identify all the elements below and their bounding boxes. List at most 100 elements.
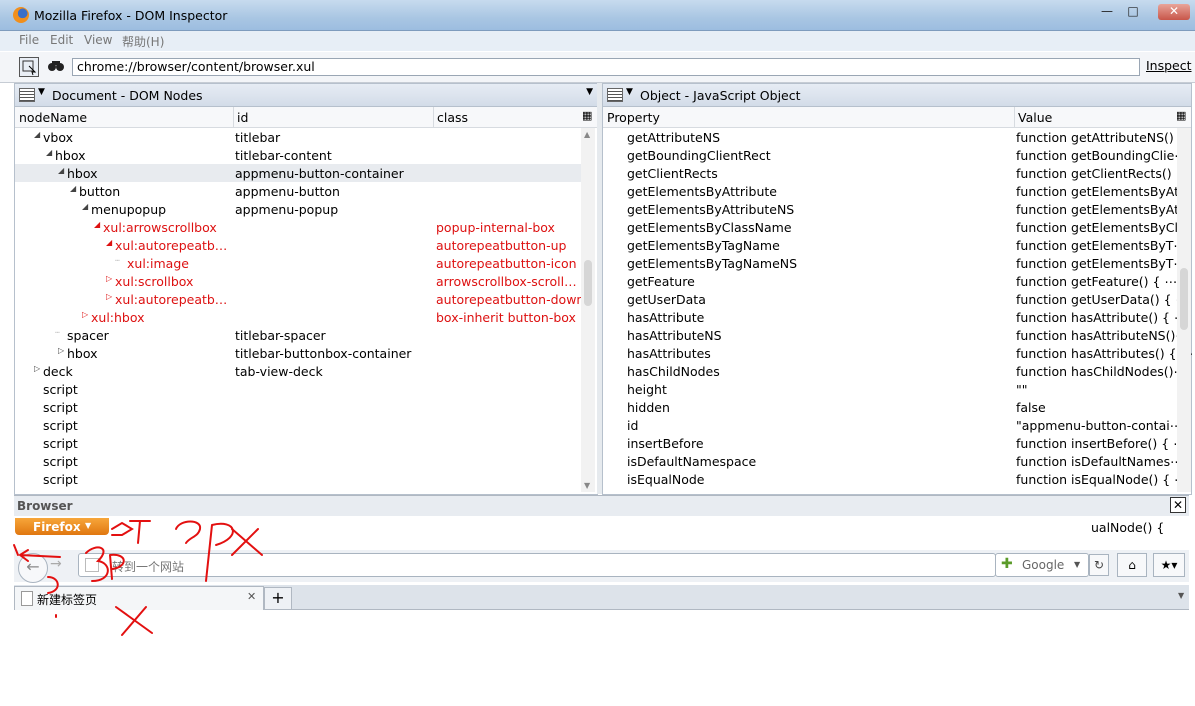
property-list-scrollbar[interactable] [1177,128,1191,492]
column-id[interactable]: id [237,110,248,125]
inspect-button[interactable]: Inspect [1146,58,1192,73]
property-row[interactable]: isEqualNode function isEqualNode() { ⋯ [603,470,1187,488]
close-window-button[interactable]: ✕ [1158,4,1190,20]
property-value: function isDefaultNames⋯ [1016,454,1183,469]
dom-tree-row[interactable]: script [15,416,581,434]
property-row[interactable]: hidden false [603,398,1177,416]
twisty-open-icon[interactable]: ◢ [58,166,64,175]
dom-tree-row[interactable]: ▷ hbox titlebar-buttonbox-container [15,344,581,362]
twisty-closed-icon[interactable]: ▷ [106,292,112,301]
dom-tree-row[interactable]: script [15,470,581,488]
property-row[interactable]: getElementsByAttributeNS function getElem… [603,200,1192,218]
property-row[interactable]: id "appmenu-button-contai⋯ [603,416,1182,434]
search-engine-dropdown-icon[interactable]: ▼ [1074,560,1080,569]
menu-view[interactable]: View [84,33,112,47]
dom-tree-row[interactable]: ▷ xul:autorepeatb… autorepeatbutton-down [15,290,584,308]
node-name: xul:scrollbox [115,274,194,289]
dom-tree-row[interactable]: script [15,398,581,416]
column-picker-icon[interactable]: ▦ [582,109,592,122]
menu-file[interactable]: File [19,33,39,47]
property-value: function getAttributeNS() ⋯ [1016,130,1191,145]
dom-tree-row[interactable]: ▷ xul:scrollbox arrowscrollbox-scroll… [15,272,581,290]
property-row[interactable]: height "" [603,380,1177,398]
property-row[interactable]: hasAttributes function hasAttributes() { … [603,344,1193,362]
home-icon[interactable]: ⌂ [1117,553,1147,577]
column-class[interactable]: class [437,110,468,125]
column-property[interactable]: Property [607,110,660,125]
property-row[interactable]: getBoundingClientRect function getBoundin… [603,146,1187,164]
dom-tree-row[interactable]: ◢ xul:autorepeatb… autorepeatbutton-up [15,236,581,254]
twisty-open-icon[interactable]: ◢ [106,238,112,247]
property-value: function hasAttribute() { ⋯ [1016,310,1187,325]
column-nodename[interactable]: nodeName [19,110,87,125]
document-url-input[interactable]: chrome://browser/content/browser.xul [72,58,1140,76]
panel-dropdown-arrow-icon[interactable]: ▼ [38,87,45,97]
twisty-open-icon[interactable]: ◢ [94,220,100,229]
node-name: script [43,418,78,433]
dom-tree-row[interactable]: script [15,452,581,470]
close-browser-panel-icon[interactable]: ✕ [1170,497,1186,513]
column-value[interactable]: Value [1018,110,1052,125]
twisty-open-icon[interactable]: ◢ [34,130,40,139]
dom-tree-row[interactable]: script [15,434,581,452]
property-row[interactable]: hasAttributeNS function hasAttributeNS()⋯ [603,326,1188,344]
twisty-closed-icon[interactable]: ▷ [34,364,40,373]
property-row[interactable]: getElementsByTagName function getElements… [603,236,1186,254]
property-name: getClientRects [627,166,718,181]
property-row[interactable]: getElementsByTagNameNS function getElemen… [603,254,1186,272]
menu-help[interactable]: 帮助(H) [122,33,164,50]
panel-menu-icon[interactable] [19,88,35,102]
dom-tree-row[interactable]: ▷ xul:hbox box-inherit button-box [15,308,581,326]
dom-tree-row[interactable]: ┄ spacer titlebar-spacer [15,326,581,344]
property-row[interactable]: hasAttribute function hasAttribute() { ⋯ [603,308,1186,326]
maximize-button[interactable]: □ [1122,4,1144,20]
property-name: hidden [627,400,670,415]
minimize-button[interactable]: — [1096,4,1118,20]
node-name: xul:autorepeatb… [115,238,228,253]
property-row[interactable]: getElementsByClassName function getElemen… [603,218,1191,236]
dom-tree-row[interactable]: ◢ button appmenu-button [15,182,581,200]
dom-tree-row[interactable]: ◢ menupopup appmenu-popup [15,200,581,218]
tab-list-dropdown-icon[interactable]: ▼ [1178,591,1184,600]
bookmarks-icon[interactable]: ★▾ [1153,553,1185,577]
dom-tree-row[interactable]: ◢ hbox titlebar-content [15,146,581,164]
twisty-open-icon[interactable]: ◢ [82,202,88,211]
panel-menu-icon[interactable] [607,88,623,102]
property-name: getAttributeNS [627,130,721,145]
twisty-open-icon[interactable]: ◢ [46,148,52,157]
viewer-dropdown-icon[interactable]: ▼ [586,87,593,97]
property-row[interactable]: getElementsByAttribute function getElemen… [603,182,1192,200]
twisty-closed-icon[interactable]: ▷ [58,346,64,355]
dom-tree-row[interactable]: ◢ xul:arrowscrollbox popup-internal-box [15,218,581,236]
property-row[interactable]: hasChildNodes function hasChildNodes()⋯ [603,362,1186,380]
dom-tree-row[interactable]: ◢ hbox appmenu-button-container [15,164,581,182]
property-name: hasAttributes [627,346,711,361]
dom-tree-scrollbar[interactable]: ▲ ▼ [581,128,595,492]
property-row[interactable]: getClientRects function getClientRects() … [603,164,1188,182]
node-name: button [79,184,121,199]
reload-icon[interactable]: ↻ [1089,554,1109,576]
find-node-icon[interactable] [47,57,65,75]
property-row[interactable]: getAttributeNS function getAttributeNS() … [603,128,1190,146]
property-row[interactable]: isDefaultNamespace function isDefaultName… [603,452,1183,470]
dom-nodes-column-header: nodeName id class ▦ [15,107,597,128]
property-row[interactable]: getFeature function getFeature() { ⋯ [603,272,1177,290]
property-value: "" [1016,382,1028,397]
menu-edit[interactable]: Edit [50,33,73,47]
property-row[interactable]: insertBefore function insertBefore() { ⋯ [603,434,1186,452]
dom-tree-row[interactable]: ▷ deck tab-view-deck [15,362,581,380]
twisty-open-icon[interactable]: ◢ [70,184,76,193]
property-row[interactable]: getUserData function getUserData() { ⋯ [603,290,1188,308]
property-name: getElementsByClassName [627,220,792,235]
select-element-icon[interactable] [19,57,39,77]
search-box[interactable]: ✚ Google ▼ [995,553,1089,577]
column-picker-icon[interactable]: ▦ [1176,109,1186,122]
panel-dropdown-arrow-icon[interactable]: ▼ [626,87,633,97]
dom-tree-row[interactable]: ┄ xul:image autorepeatbutton-icon [15,254,581,272]
twisty-closed-icon[interactable]: ▷ [82,310,88,319]
property-list: getAttributeNS function getAttributeNS() … [603,128,1193,494]
twisty-closed-icon[interactable]: ▷ [106,274,112,283]
dom-tree-row[interactable]: script [15,380,581,398]
dom-tree: ◢ vbox titlebar ◢ hbox titlebar-content ◢ hbox a… [15,128,584,494]
dom-tree-row[interactable]: ◢ vbox titlebar [15,128,581,146]
